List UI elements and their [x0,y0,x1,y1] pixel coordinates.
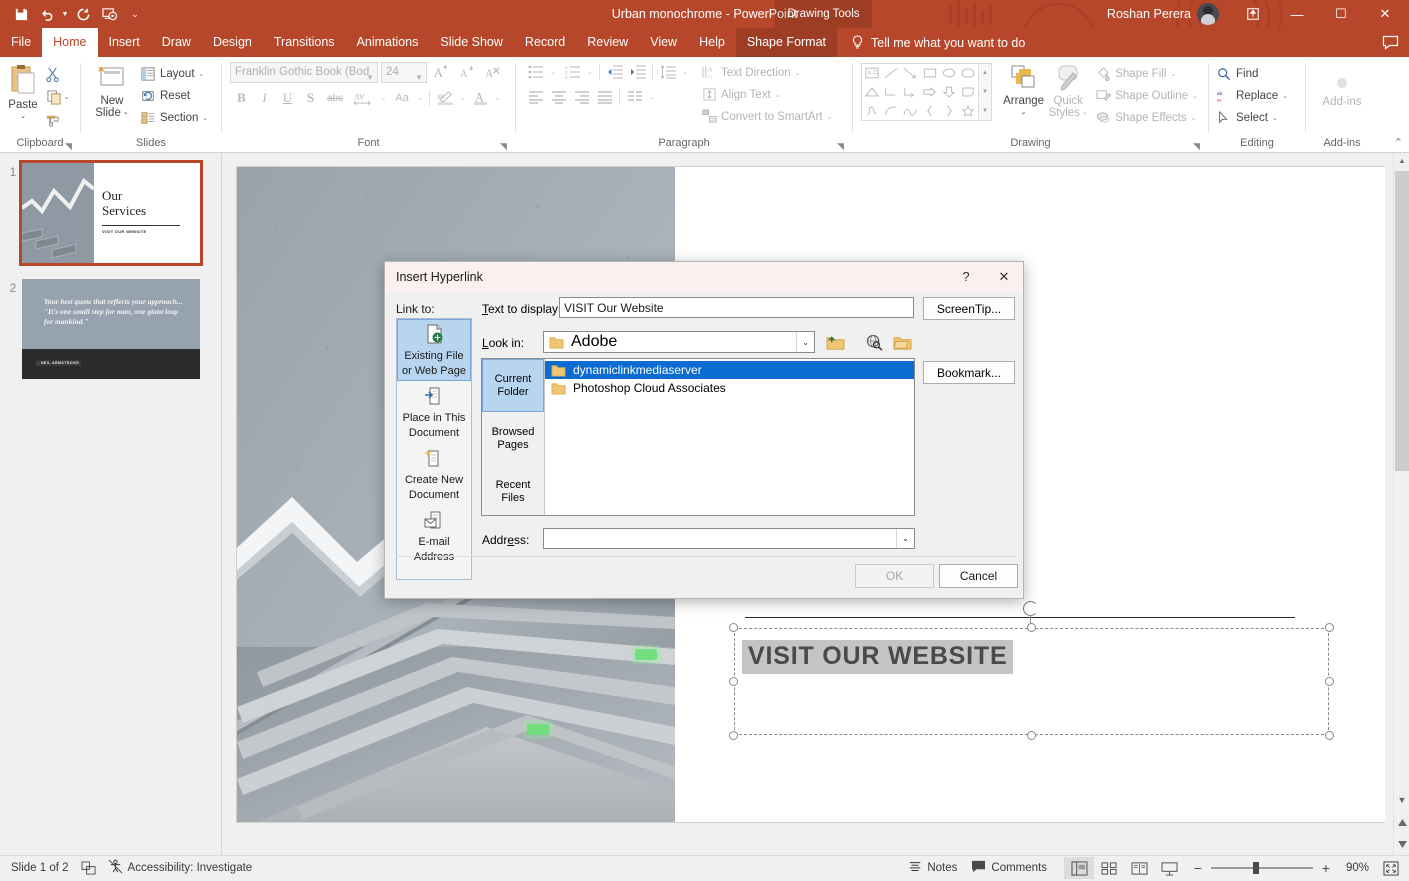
undo-dropdown-icon[interactable]: ▼ [60,2,70,26]
modal-overlay: Insert Hyperlink ? ✕ Link to: Existing F… [0,0,1409,880]
minimize-button[interactable]: — [1275,0,1319,28]
notes-icon [908,860,922,877]
tab-current-folder[interactable]: Current Folder [482,359,544,412]
user-name: Roshan Perera [1106,7,1191,21]
sidebar-label-l1: Existing File [404,349,464,362]
accessibility-icon [108,859,123,877]
dialog-close-button[interactable]: ✕ [985,262,1023,291]
tab-label-l1: Current [494,372,532,385]
list-item[interactable]: dynamiclinkmediaserver [545,361,914,379]
bookmark-button[interactable]: Bookmark... [923,361,1015,384]
file-name: dynamiclinkmediaserver [573,363,702,377]
language-icon[interactable] [76,856,101,881]
zoom-in-button[interactable]: + [1320,860,1332,876]
sidebar-item-existing-file[interactable]: Existing File or Web Page [397,319,471,381]
slide-count[interactable]: Slide 1 of 2 [4,856,76,881]
look-in-combobox[interactable]: Adobe ⌄ [543,331,815,353]
folder-icon [551,364,566,377]
dialog-help-button[interactable]: ? [947,262,985,291]
place-in-document-icon [424,386,444,409]
undo-icon[interactable] [34,2,60,26]
notes-button[interactable]: Notes [901,856,964,881]
customize-qat-icon[interactable]: ⌄ [122,2,148,26]
look-in-label: Look in: [482,336,525,350]
chevron-down-icon[interactable]: ⌄ [896,529,914,548]
tab-label-l2: Pages [497,438,529,451]
status-bar: Slide 1 of 2 Accessibility: Investigate … [0,855,1409,880]
up-one-folder-icon[interactable] [823,331,847,354]
sidebar-item-email-address[interactable]: E-mail Address [397,505,471,567]
sidebar-label-l1: Place in This [402,411,466,424]
tab-recent-files[interactable]: Recent Files [482,465,544,518]
zoom-slider-handle[interactable] [1253,862,1259,874]
sidebar-label-l1: Create New [404,473,464,486]
list-item[interactable]: Photoshop Cloud Associates [545,379,914,397]
tab-label-l2: Folder [497,385,529,398]
link-to-sidebar: Existing File or Web Page Place in This … [396,318,472,580]
tab-label-l1: Browsed [491,425,535,438]
tab-label-l1: Recent [495,478,531,491]
accessibility-label: Accessibility: Investigate [127,862,253,874]
sidebar-label-l1: E-mail [418,535,450,548]
zoom-control[interactable]: − + 90% [1184,860,1377,876]
zoom-slider-track[interactable] [1211,862,1313,874]
dialog-titlebar: Insert Hyperlink ? ✕ [385,262,1023,291]
cancel-button[interactable]: Cancel [939,564,1018,588]
sidebar-label-l2: Document [408,488,460,501]
comments-button[interactable]: Comments [964,856,1054,881]
restore-ribbon-icon[interactable] [1231,0,1275,28]
text-to-display-label: TText to display:ext to display: [482,302,562,316]
sidebar-label-l2: Document [408,426,460,439]
look-in-value: Adobe [571,333,618,350]
quick-access-toolbar: ▼ ⌄ [0,2,148,26]
chevron-down-icon[interactable]: ⌄ [796,332,814,352]
dialog-title: Insert Hyperlink [396,269,483,284]
normal-view-button[interactable] [1064,857,1094,879]
divider [396,556,1016,557]
accessibility-button[interactable]: Accessibility: Investigate [101,856,260,881]
file-list[interactable]: dynamiclinkmediaserver Photoshop Cloud A… [545,359,914,515]
tab-browsed-pages[interactable]: Browsed Pages [482,412,544,465]
sidebar-item-create-new-document[interactable]: Create New Document [397,443,471,505]
save-icon[interactable] [8,2,34,26]
browse-for-file-icon[interactable] [890,331,914,354]
sidebar-item-place-in-document[interactable]: Place in This Document [397,381,471,443]
ok-button[interactable]: OK [855,564,934,588]
address-label: Address: [482,533,530,547]
create-new-document-icon [424,448,444,471]
text-to-display-input[interactable] [559,297,914,318]
redo-icon[interactable] [70,2,96,26]
link-to-label: Link to: [396,302,435,316]
comment-icon [971,860,986,876]
zoom-level: 90% [1345,862,1369,874]
slide-count-label: Slide 1 of 2 [11,862,69,874]
maximize-button[interactable]: ☐ [1319,0,1363,28]
zoom-out-button[interactable]: − [1192,860,1204,876]
contextual-tab-banner: Drawing Tools [775,0,872,28]
avatar[interactable] [1197,3,1219,25]
reading-view-button[interactable] [1124,857,1154,879]
address-combobox[interactable]: ⌄ [543,528,915,549]
file-browser[interactable]: Current Folder Browsed Pages Recent File… [481,358,915,516]
screentip-button[interactable]: ScreenTip... [923,297,1015,320]
fit-to-window-button[interactable] [1377,856,1405,881]
email-address-icon [424,510,444,533]
folder-icon [549,336,564,349]
start-from-beginning-icon[interactable] [96,2,122,26]
sidebar-label-l2: or Web Page [401,364,466,377]
notes-label: Notes [927,862,958,874]
slide-show-button[interactable] [1154,857,1184,879]
close-button[interactable]: ✕ [1363,0,1407,28]
file-name: Photoshop Cloud Associates [573,381,726,395]
existing-file-icon [424,324,444,347]
file-browser-tabs: Current Folder Browsed Pages Recent File… [482,359,545,515]
folder-icon [551,382,566,395]
browse-the-web-icon[interactable] [862,331,886,354]
slide-sorter-view-button[interactable] [1094,857,1124,879]
tab-label-l2: Files [501,491,525,504]
comments-label: Comments [991,862,1047,874]
